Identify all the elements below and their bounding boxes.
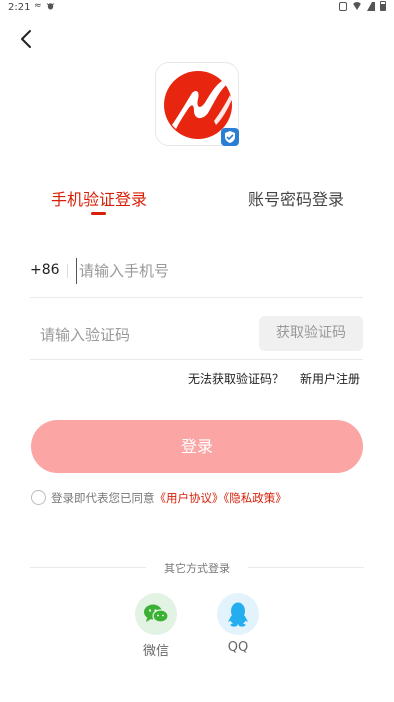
qq-login-button[interactable]: QQ [216,593,260,655]
phone-field-row: +86 [30,250,363,298]
phone-input[interactable] [76,258,356,284]
wechat-login-button[interactable]: 微信 [134,593,178,659]
tethering-icon: ≈ [34,1,42,11]
battery-icon [380,1,386,11]
shield-badge-icon [221,128,239,146]
status-left-icons: ≈ [34,1,55,13]
cant-get-code-link[interactable]: 无法获取验证码？ [188,370,284,387]
status-bar: 2:21 ≈ [0,0,394,16]
country-code-divider [67,264,68,278]
privacy-policy-link[interactable]: 《隐私政策》 [224,491,287,505]
divider-line-right [248,567,364,568]
back-button[interactable] [14,26,40,52]
wifi-icon [352,2,362,10]
tab-sms-login[interactable]: 手机验证登录 [38,186,160,210]
tab-active-indicator [91,212,106,215]
wechat-icon [144,604,169,623]
agreement-text: 登录即代表您已同意《用户协议》《隐私政策》 [51,490,287,506]
code-field-row: 获取验证码 [30,312,363,360]
signal-icon [367,1,375,11]
back-arrow-icon [21,30,31,48]
status-right-icons [339,1,386,11]
vibrate-icon [339,1,347,11]
bug-icon [46,1,55,13]
user-agreement-link[interactable]: 《用户协议》 [155,491,224,505]
country-code[interactable]: +86 [30,262,60,278]
qq-icon [228,602,248,627]
qq-icon-circle [217,593,259,635]
other-login-divider: 其它方式登录 [30,560,364,575]
login-button[interactable]: 登录 [31,420,363,473]
status-time: 2:21 [8,2,31,13]
qq-label: QQ [227,640,249,655]
verification-code-input[interactable] [40,322,240,348]
register-link[interactable]: 新用户注册 [300,370,360,387]
tab-password-login[interactable]: 账号密码登录 [238,186,354,210]
get-code-button[interactable]: 获取验证码 [259,316,363,351]
wechat-icon-circle [135,593,177,635]
other-login-label: 其它方式登录 [164,562,230,575]
agreement-checkbox[interactable] [31,490,46,505]
agreement-prefix: 登录即代表您已同意 [51,491,155,505]
wechat-label: 微信 [142,644,169,659]
